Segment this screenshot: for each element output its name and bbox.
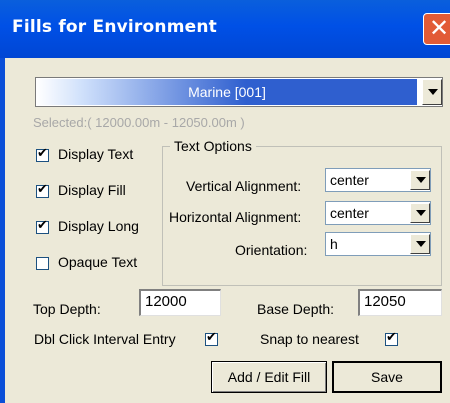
vertical-alignment-select[interactable]: center — [325, 168, 431, 192]
orientation-label: Orientation: — [235, 242, 308, 258]
top-depth-value: 12000 — [145, 293, 187, 310]
vertical-alignment-value: center — [330, 172, 369, 188]
display-text-label: Display Text — [58, 146, 134, 162]
text-options-title: Text Options — [170, 138, 256, 154]
close-icon: ✕ — [428, 14, 450, 42]
check-icon: ✔ — [206, 330, 217, 345]
chevron-down-icon — [416, 210, 426, 216]
display-long-checkbox[interactable]: ✔ — [36, 218, 49, 234]
base-depth-value: 12050 — [364, 293, 406, 310]
display-text-checkbox[interactable]: ✔ — [36, 146, 49, 162]
fill-select-value: Marine [001] — [188, 84, 266, 100]
fill-select-dropdown-button[interactable] — [422, 79, 442, 105]
snap-to-nearest-checkbox[interactable]: ✔ — [385, 330, 398, 346]
vertical-alignment-label: Vertical Alignment: — [186, 178, 302, 194]
chevron-down-icon — [416, 177, 426, 183]
top-depth-input[interactable]: 12000 — [139, 289, 221, 316]
chevron-down-icon — [416, 241, 426, 247]
display-long-label: Display Long — [58, 218, 139, 234]
horizontal-alignment-dropdown-button[interactable] — [410, 203, 430, 223]
save-button[interactable]: Save — [332, 361, 442, 393]
display-fill-label: Display Fill — [58, 182, 126, 198]
fills-dialog: Fills for Environment ✕ Marine [001] Sel… — [0, 0, 450, 403]
orientation-select[interactable]: h — [325, 232, 431, 256]
selected-range-text: Selected:( 12000.00m - 12050.00m ) — [33, 115, 245, 130]
display-fill-checkbox[interactable]: ✔ — [36, 182, 49, 198]
window-title: Fills for Environment — [12, 17, 217, 37]
vertical-alignment-dropdown-button[interactable] — [410, 170, 430, 190]
check-icon: ✔ — [386, 330, 397, 345]
fill-swatch: Marine [001] — [37, 79, 417, 105]
base-depth-input[interactable]: 12050 — [358, 289, 442, 316]
check-icon: ✔ — [37, 218, 48, 233]
title-bar[interactable]: Fills for Environment ✕ — [0, 0, 450, 58]
opaque-text-checkbox[interactable] — [36, 257, 49, 270]
dbl-click-interval-checkbox[interactable]: ✔ — [205, 330, 218, 346]
dbl-click-interval-label: Dbl Click Interval Entry — [34, 331, 176, 347]
chevron-down-icon — [428, 89, 438, 95]
base-depth-label: Base Depth: — [257, 301, 335, 317]
horizontal-alignment-label: Horizontal Alignment: — [169, 209, 302, 225]
horizontal-alignment-value: center — [330, 205, 369, 221]
add-edit-fill-button[interactable]: Add / Edit Fill — [211, 361, 327, 393]
orientation-dropdown-button[interactable] — [410, 234, 430, 254]
check-icon: ✔ — [37, 182, 48, 197]
horizontal-alignment-select[interactable]: center — [325, 201, 431, 225]
orientation-value: h — [330, 236, 338, 252]
fill-select[interactable]: Marine [001] — [35, 77, 443, 107]
close-button[interactable]: ✕ — [423, 13, 450, 45]
check-icon: ✔ — [37, 146, 48, 161]
opaque-text-label: Opaque Text — [58, 254, 138, 270]
top-depth-label: Top Depth: — [33, 301, 101, 317]
snap-to-nearest-label: Snap to nearest — [260, 331, 359, 347]
window-left-border — [0, 58, 5, 403]
